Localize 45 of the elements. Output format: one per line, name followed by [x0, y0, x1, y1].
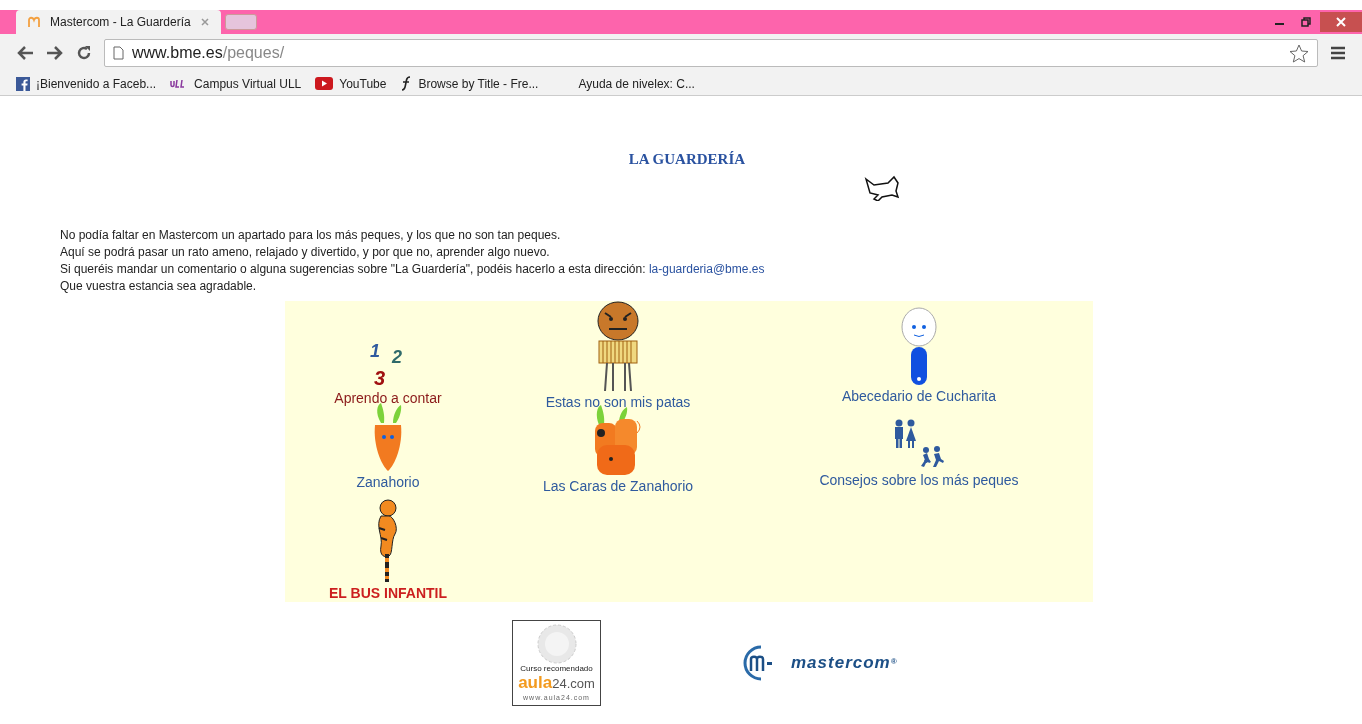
- address-bar[interactable]: www.bme.es/peques/: [104, 39, 1318, 67]
- digit-text: 3: [373, 367, 387, 389]
- back-arrow-icon[interactable]: [16, 45, 34, 61]
- cat-drawing: [864, 174, 900, 201]
- forward-arrow-icon[interactable]: [46, 45, 64, 61]
- section-link[interactable]: Abecedario de Cucharita: [841, 386, 997, 405]
- logo-text: mastercom$^{®}$: [791, 651, 898, 674]
- close-window-button[interactable]: [1320, 12, 1362, 32]
- reload-icon[interactable]: [76, 45, 92, 61]
- bookmark[interactable]: Browse by Title - Fre...: [400, 74, 539, 93]
- bookmark[interactable]: Ayuda de nivelex: C...: [558, 74, 695, 93]
- section-link[interactable]: EL BUS INFANTIL: [329, 583, 447, 602]
- intro-text: Aquí se podrá pasar un rato ameno, relajado y divertido, y por que no, aprender algo nuevo.: [60, 243, 551, 261]
- badge-brand: aula24.com: [518, 673, 595, 693]
- section-link[interactable]: Estas no son mis patas: [545, 392, 691, 411]
- play-icon: [315, 77, 334, 90]
- star-icon[interactable]: [1289, 43, 1309, 63]
- browser-tab[interactable]: Mastercom - La Guardería: [16, 10, 221, 34]
- close-icon: [1336, 17, 1346, 27]
- script-f-icon: [400, 76, 413, 91]
- section-link[interactable]: Aprendo a contar: [334, 388, 442, 407]
- tab-title: Mastercom - La Guardería: [50, 14, 191, 31]
- section-link[interactable]: Consejos sobre los más peques: [819, 470, 1019, 489]
- intro-text: Que vuestra estancia sea agradable.: [60, 277, 258, 295]
- page-icon: [113, 46, 124, 60]
- url-text: www.bme.es/peques/: [132, 43, 285, 63]
- intro-text: Si queréis mandar un comentario o alguna sugerencias sobre "La Guardería", podéis hacerlo a esta dirección: la-guarderia@bme.es: [60, 260, 766, 278]
- bookmark[interactable]: YouTube: [315, 74, 387, 93]
- company-logo[interactable]: mastercom$^{®}$: [741, 644, 898, 681]
- intro-text: No podía faltar en Mastercom un apartado para los más peques, y los que no son tan peques.: [60, 226, 562, 244]
- bookmark[interactable]: Campus Virtual ULL: [170, 74, 302, 93]
- close-tab-icon[interactable]: [201, 18, 209, 26]
- email-link[interactable]: la-guarderia@bme.es: [648, 261, 765, 276]
- logo-icon: [28, 16, 42, 28]
- restore-icon[interactable]: [1301, 17, 1312, 27]
- facebook-icon: [16, 76, 30, 91]
- digit-text: 2: [390, 345, 403, 368]
- section-link[interactable]: Las Caras de Zanahorio: [542, 476, 694, 495]
- badge-caption: Curso recomendado: [520, 663, 593, 674]
- rosette-icon: [536, 623, 577, 664]
- digit-text: 1: [369, 340, 381, 363]
- bookmark[interactable]: ¡Bienvenido a Faceb...: [16, 74, 157, 93]
- section-link[interactable]: Zanahorio: [356, 472, 420, 491]
- page-heading: LA GUARDERÍA: [627, 150, 747, 169]
- menu-icon[interactable]: [1330, 46, 1346, 60]
